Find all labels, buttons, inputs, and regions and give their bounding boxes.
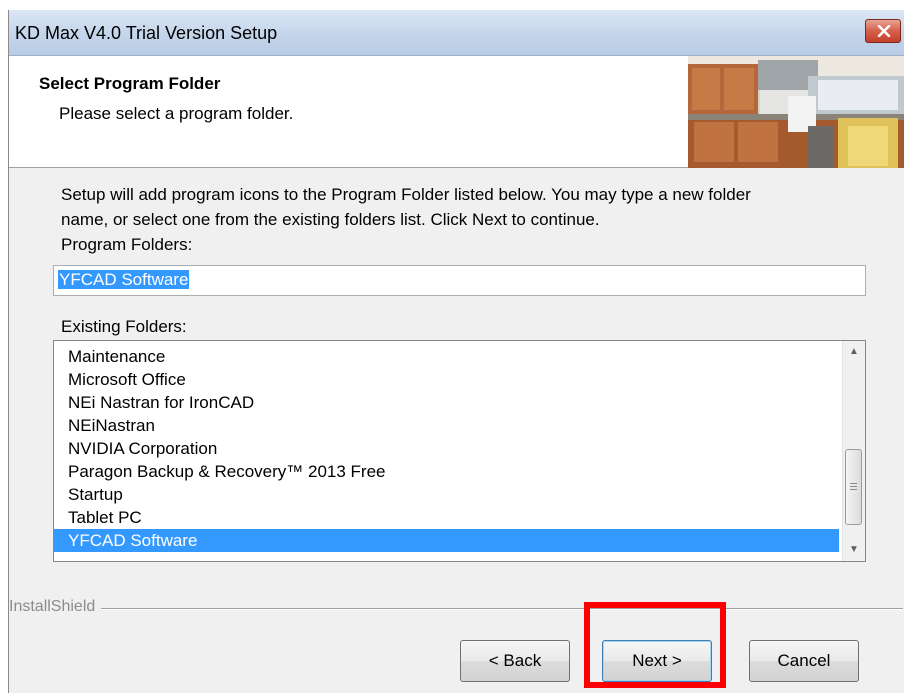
header-panel: Select Program Folder Please select a pr… [9,56,904,168]
scroll-down-arrow-icon[interactable]: ▼ [843,539,865,561]
list-scrollbar[interactable]: ▲ ▼ [842,341,865,561]
next-button-highlight [584,602,726,688]
list-item[interactable]: Startup [54,483,839,506]
setup-dialog: KD Max V4.0 Trial Version Setup Select P… [8,10,904,693]
scroll-up-arrow-icon[interactable]: ▲ [843,341,865,363]
program-folders-label: Program Folders: [61,235,193,254]
instructions-text: Setup will add program icons to the Prog… [61,182,881,232]
window-title: KD Max V4.0 Trial Version Setup [15,23,278,43]
instructions-line-2: name, or select one from the existing fo… [61,210,600,229]
kitchen-banner-image [688,56,904,168]
back-button[interactable]: < Back [460,640,570,682]
program-folder-value: YFCAD Software [58,270,190,289]
list-item[interactable]: NEiNastran [54,414,839,437]
header-title: Select Program Folder [39,74,221,93]
list-item[interactable]: Paragon Backup & Recovery™ 2013 Free [54,460,839,483]
list-item[interactable]: Maintenance [54,345,839,368]
header-subtitle: Please select a program folder. [59,104,294,123]
list-item[interactable]: Microsoft Office [54,368,839,391]
program-folder-input[interactable]: YFCAD Software [53,265,866,296]
list-item[interactable]: Tablet PC [54,506,839,529]
list-item-selected[interactable]: YFCAD Software [54,529,839,552]
scroll-thumb[interactable] [845,449,862,525]
close-icon [877,25,891,37]
cancel-button[interactable]: Cancel [749,640,859,682]
instructions-line-1: Setup will add program icons to the Prog… [61,185,751,204]
title-bar[interactable]: KD Max V4.0 Trial Version Setup [9,10,904,56]
installshield-brand: InstallShield [9,598,102,616]
existing-folders-list[interactable]: Maintenance Microsoft Office NEi Nastran… [53,340,866,562]
close-button[interactable] [865,19,901,43]
list-item[interactable]: NVIDIA Corporation [54,437,839,460]
footer-divider [17,608,903,610]
list-item[interactable]: NEi Nastran for IronCAD [54,391,839,414]
existing-folders-label: Existing Folders: [61,317,187,336]
